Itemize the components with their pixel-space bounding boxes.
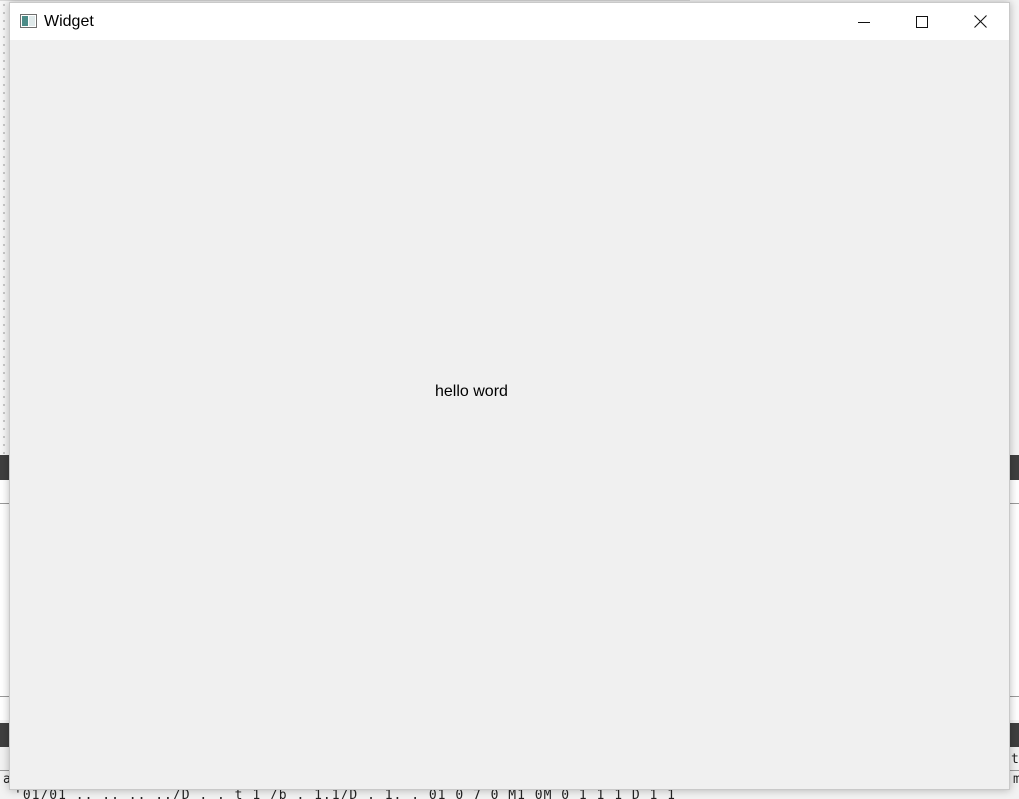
window-title: Widget <box>44 13 94 30</box>
close-icon <box>973 15 987 28</box>
background-console-line: '01/01 .. .. .. ../D . . t 1 /b . 1.1/D … <box>14 789 676 799</box>
maximize-button[interactable] <box>893 3 951 40</box>
background-console-char: t. <box>1011 752 1019 767</box>
app-icon <box>20 14 37 28</box>
maximize-icon <box>916 15 928 28</box>
title-bar[interactable]: Widget <box>10 3 1009 40</box>
background-console-char: m <box>1013 772 1019 787</box>
widget-window: Widget hello word <box>9 2 1010 790</box>
window-client-area: hello word <box>10 40 1009 789</box>
screen: a t. m '01/01 .. .. .. ../D . . t 1 /b .… <box>0 0 1019 799</box>
close-button[interactable] <box>951 3 1009 40</box>
hello-label: hello word <box>435 383 508 400</box>
minimize-icon <box>858 21 870 23</box>
minimize-button[interactable] <box>835 3 893 40</box>
